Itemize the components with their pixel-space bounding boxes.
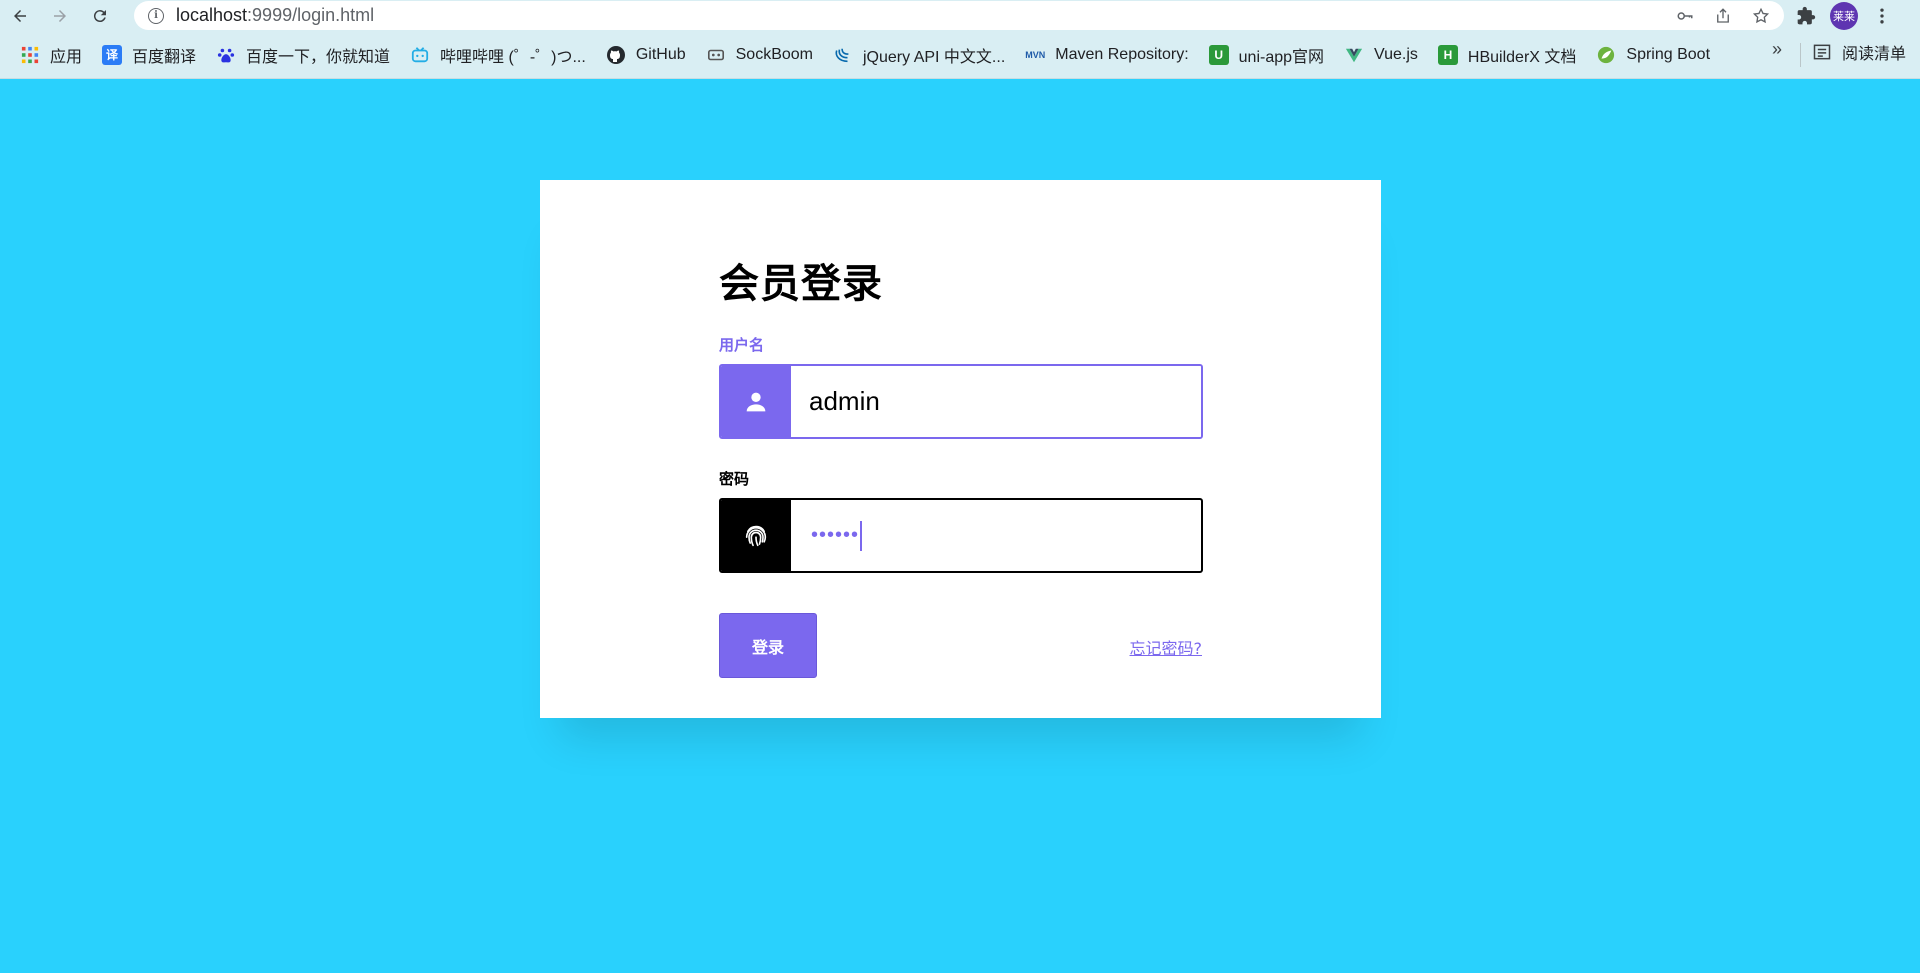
extensions-puzzle-icon[interactable] (1796, 6, 1816, 26)
forward-button[interactable] (40, 0, 80, 31)
bookmark-label: Maven Repository: (1055, 45, 1189, 63)
hbuilderx-icon: H (1437, 44, 1458, 65)
bookmark-maven[interactable]: MVN Maven Repository: (1023, 40, 1198, 70)
page-title: 会员登录 (719, 261, 883, 307)
login-button[interactable]: 登录 (719, 613, 817, 678)
password-field: •••••• (719, 498, 1203, 573)
bookmark-label: SockBoom (735, 45, 813, 63)
bookmark-label: 哔哩哔哩 (゜-゜)つ... (440, 48, 586, 66)
star-icon[interactable] (1752, 7, 1770, 25)
forgot-password-link[interactable]: 忘记密码? (1130, 635, 1203, 659)
username-label: 用户名 (719, 336, 765, 354)
bookmark-apps[interactable]: 应用 (18, 40, 92, 70)
baidu-translate-icon: 译 (102, 44, 123, 65)
bookmark-vue[interactable]: Vue.js (1342, 40, 1428, 70)
sockboom-icon (706, 45, 726, 65)
bookmark-label: jQuery API 中文文... (863, 48, 1006, 66)
browser-right-tools: 莱莱 (1796, 0, 1892, 31)
text-caret (860, 520, 862, 551)
key-icon[interactable] (1676, 7, 1694, 25)
bookmark-bilibili[interactable]: 哔哩哔哩 (゜-゜)つ... (408, 40, 596, 70)
reading-list-icon (1813, 44, 1831, 60)
bookmark-jquery[interactable]: jQuery API 中文文... (831, 40, 1015, 70)
bookmark-label: uni-app官网 (1238, 48, 1325, 66)
reading-list-label: 阅读清单 (1842, 46, 1907, 63)
bookmark-hbuilderx[interactable]: H HBuilderX 文档 (1436, 40, 1586, 70)
bookmark-label: Spring Boot (1626, 45, 1711, 63)
vue-icon (1344, 45, 1364, 65)
arrow-right-icon (54, 9, 66, 22)
url-path: :9999/login.html (247, 5, 375, 25)
baidu-paw-icon (216, 45, 236, 65)
browser-toolbar: i localhost:9999/login.html 莱莱 (0, 0, 1920, 31)
login-card: 会员登录 用户名 密码 •••••• 登录 忘记密码? (540, 180, 1381, 718)
address-bar[interactable]: i localhost:9999/login.html (134, 1, 1784, 30)
username-input[interactable] (791, 366, 1201, 437)
fingerprint-icon (745, 525, 767, 546)
bookmark-label: GitHub (635, 45, 686, 63)
bookmark-label: 百度一下，你就知道 (246, 48, 391, 66)
password-masked-value: •••••• (811, 524, 860, 546)
username-icon-box (721, 366, 791, 437)
bookmarks-overflow-button[interactable]: » (1772, 39, 1782, 60)
bilibili-icon (410, 45, 430, 65)
bookmark-label: HBuilderX 文档 (1467, 48, 1577, 66)
site-info-icon[interactable]: i (148, 7, 164, 24)
bookmark-label: 应用 (50, 48, 83, 66)
password-icon-box (721, 500, 791, 571)
bookmark-baidu-translate[interactable]: 译 百度翻译 (100, 40, 206, 70)
url-host: localhost (176, 5, 248, 25)
bookmarks-bar: 应用 译 百度翻译 百度一下，你就知道 哔哩哔哩 (゜-゜)つ... GitHu… (0, 31, 1920, 79)
bookmark-spring-boot[interactable]: Spring Boot (1594, 40, 1720, 70)
apps-grid-icon (20, 45, 40, 65)
username-field (719, 364, 1203, 439)
jquery-icon (833, 45, 853, 65)
reload-button[interactable] (80, 0, 120, 31)
share-icon[interactable] (1714, 7, 1732, 25)
github-icon (606, 45, 626, 65)
reload-icon (93, 9, 106, 22)
bookmark-label: Vue.js (1374, 45, 1418, 63)
maven-icon: MVN (1025, 49, 1046, 60)
reading-list-button[interactable]: 阅读清单 (1812, 40, 1906, 64)
bookmark-sockboom[interactable]: SockBoom (704, 40, 823, 70)
profile-avatar[interactable]: 莱莱 (1830, 1, 1858, 30)
uniapp-icon: U (1208, 44, 1229, 65)
back-button[interactable] (0, 0, 40, 31)
more-vert-icon[interactable] (1872, 6, 1892, 26)
bookmark-github[interactable]: GitHub (604, 40, 696, 70)
user-icon (746, 392, 766, 411)
spring-icon (1596, 45, 1616, 65)
bookmark-baidu[interactable]: 百度一下，你就知道 (214, 40, 400, 70)
password-label: 密码 (719, 470, 750, 488)
password-input[interactable]: •••••• (791, 500, 1201, 571)
bookmark-label: 百度翻译 (132, 48, 197, 66)
bookmarks-divider (1800, 43, 1801, 67)
bookmark-uniapp[interactable]: U uni-app官网 (1207, 40, 1334, 70)
arrow-left-icon (14, 9, 26, 22)
omnibox-actions (1676, 1, 1770, 30)
